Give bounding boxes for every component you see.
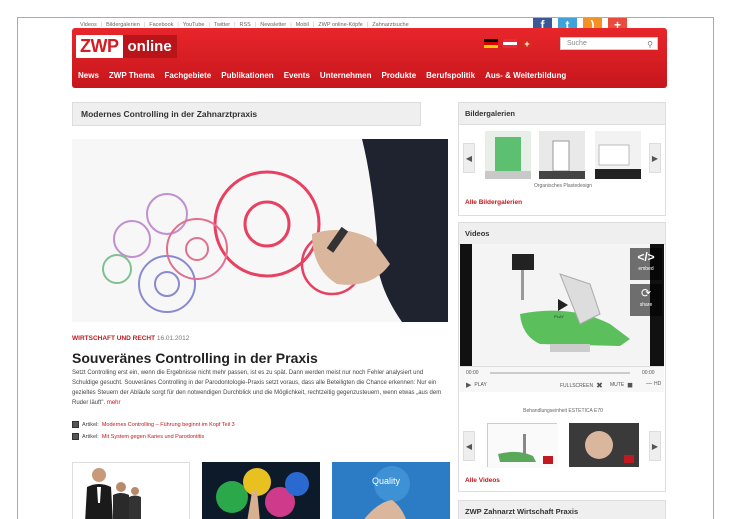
treatment-thumb-image <box>569 423 639 467</box>
time-total: 00:00 <box>642 370 655 376</box>
video-thumb[interactable] <box>569 423 639 467</box>
related-article-1[interactable]: Artikel: Modernes Controlling – Führung … <box>72 421 235 428</box>
nav-item[interactable]: News <box>78 71 99 80</box>
browser-frame: Videos | Bildergalerien | Facebook | YouTube | T… <box>17 17 714 519</box>
fullscreen-button[interactable]: FULLSCREEN ✖ <box>560 381 603 390</box>
nav-item[interactable]: Events <box>284 71 310 80</box>
gallery-thumb[interactable] <box>539 131 585 179</box>
play-icon: ▶ <box>466 382 472 389</box>
zwp-online-logo[interactable]: ZWP online <box>76 35 177 58</box>
nav-item[interactable]: Produkte <box>381 71 416 80</box>
nav-item[interactable]: Unternehmen <box>320 71 372 80</box>
hero-image[interactable] <box>72 139 448 322</box>
gallery-caption: Organisches Plastedesign <box>533 183 593 189</box>
share-icon: ⟳ <box>640 286 652 300</box>
colorful-hands-image <box>202 462 320 519</box>
logo-online: online <box>122 35 177 58</box>
room-green-image <box>485 131 531 179</box>
speaker-icon: ◼ <box>627 382 633 389</box>
hd-toggle[interactable]: — HD <box>646 381 661 387</box>
gallery-box-title: Bildergalerien <box>459 103 665 125</box>
gallery-prev-arrow-icon[interactable]: ◀ <box>463 143 475 173</box>
progress-bar[interactable] <box>490 372 630 374</box>
more-link[interactable]: mehr <box>107 400 121 406</box>
time-elapsed: 00:00 <box>466 370 479 376</box>
page-title: Modernes Controlling in der Zahnarztprax… <box>72 102 421 126</box>
nav-item[interactable]: Fachgebiete <box>165 71 212 80</box>
share-button[interactable]: ⟳ share <box>630 284 662 316</box>
gallery-box: Bildergalerien ◀ ▶ Organisches Plastedes… <box>458 102 666 216</box>
gallery-thumb[interactable] <box>595 131 641 179</box>
room-white-image <box>539 131 585 179</box>
play-overlay-label: PLAY <box>554 314 564 319</box>
related-prefix: Artikel: <box>82 421 99 428</box>
video-prev-arrow-icon[interactable]: ◀ <box>463 431 475 461</box>
video-thumb[interactable] <box>487 423 558 468</box>
all-galleries-link[interactable]: Alle Bildergalerien <box>465 199 522 206</box>
gears-illustration <box>72 139 448 322</box>
embed-button[interactable]: </> embed <box>630 248 662 280</box>
swiss-flag-icon[interactable]: + <box>522 39 532 49</box>
search-input[interactable]: Suche ⚲ <box>560 37 658 50</box>
teaser-text: Setzt Controlling erst ein, wenn die Erg… <box>72 370 442 406</box>
hd-label: HD <box>654 381 662 387</box>
mute-label: MUTE <box>610 382 625 388</box>
mute-button[interactable]: MUTE ◼ <box>610 381 633 389</box>
related-title[interactable]: Mit System gegen Karies und Parodontitis <box>102 434 204 440</box>
language-flags: + <box>484 39 532 49</box>
fullscreen-icon: ✖ <box>596 381 603 390</box>
article-headline[interactable]: Souveränes Controlling in der Praxis <box>72 350 318 366</box>
search-placeholder: Suche <box>567 40 587 47</box>
article-date: 16.01.2012 <box>156 335 190 342</box>
video-caption: Behandlungseinheit ESTETICA E70 <box>523 408 603 414</box>
logo-zwp: ZWP <box>76 35 123 58</box>
video-next-arrow-icon[interactable]: ▶ <box>649 431 661 461</box>
video-player[interactable]: PLAY </> embed ⟳ share <box>460 244 664 366</box>
play-label: PLAY <box>474 382 487 388</box>
related-prefix: Artikel: <box>82 433 99 440</box>
related-title[interactable]: Modernes Controlling – Führung beginnt i… <box>102 422 235 428</box>
gallery-next-arrow-icon[interactable]: ▶ <box>649 143 661 173</box>
nav-item[interactable]: Aus- & Weiterbildung <box>485 71 566 80</box>
videos-box-title: Videos <box>459 223 665 245</box>
share-label: share <box>639 302 653 308</box>
wirtschaft-box-title[interactable]: ZWP Zahnarzt Wirtschaft Praxis <box>459 501 665 519</box>
german-flag-icon[interactable] <box>484 39 498 48</box>
hd-icon: — <box>646 381 652 387</box>
business-people-image <box>85 468 141 519</box>
room-dark-image <box>595 131 641 179</box>
article-icon <box>72 433 79 440</box>
quality-image <box>332 462 450 519</box>
search-icon[interactable]: ⚲ <box>647 39 653 50</box>
code-icon: </> <box>637 250 655 264</box>
teaser-thumb-quality[interactable]: Quality <box>332 462 450 519</box>
article-meta: WIRTSCHAFT UND RECHT 16.01.2012 <box>72 335 189 342</box>
fullscreen-label: FULLSCREEN <box>560 382 594 389</box>
wirtschaft-box: ZWP Zahnarzt Wirtschaft Praxis <box>458 500 666 519</box>
article-category[interactable]: WIRTSCHAFT UND RECHT <box>72 335 155 342</box>
embed-label: embed <box>638 266 654 272</box>
quality-label: Quality <box>372 476 401 486</box>
main-navigation: News ZWP Thema Fachgebiete Publikationen Eve… <box>78 71 566 80</box>
site-header: ZWP online + Suche ⚲ News ZWP Thema Fachge… <box>72 28 667 88</box>
nav-item[interactable]: Publikationen <box>221 71 273 80</box>
article-teaser: Setzt Controlling erst ein, wenn die Erg… <box>72 368 450 408</box>
nav-item[interactable]: Berufspolitik <box>426 71 475 80</box>
article-icon <box>72 421 79 428</box>
teaser-thumb-hands[interactable] <box>202 462 320 519</box>
all-videos-link[interactable]: Alle Videos <box>465 477 500 484</box>
related-article-2[interactable]: Artikel: Mit System gegen Karies und Par… <box>72 433 204 440</box>
video-controls: 00:00 00:00 ▶ PLAY FULLSCREEN ✖ MUTE ◼ —… <box>460 366 664 392</box>
play-button[interactable]: ▶ PLAY <box>466 381 487 389</box>
dental-unit-thumb-image <box>488 424 558 468</box>
teaser-thumb-business[interactable] <box>72 462 190 519</box>
nav-item[interactable]: ZWP Thema <box>109 71 155 80</box>
austrian-flag-icon[interactable] <box>503 39 517 48</box>
gallery-thumb[interactable] <box>485 131 531 179</box>
